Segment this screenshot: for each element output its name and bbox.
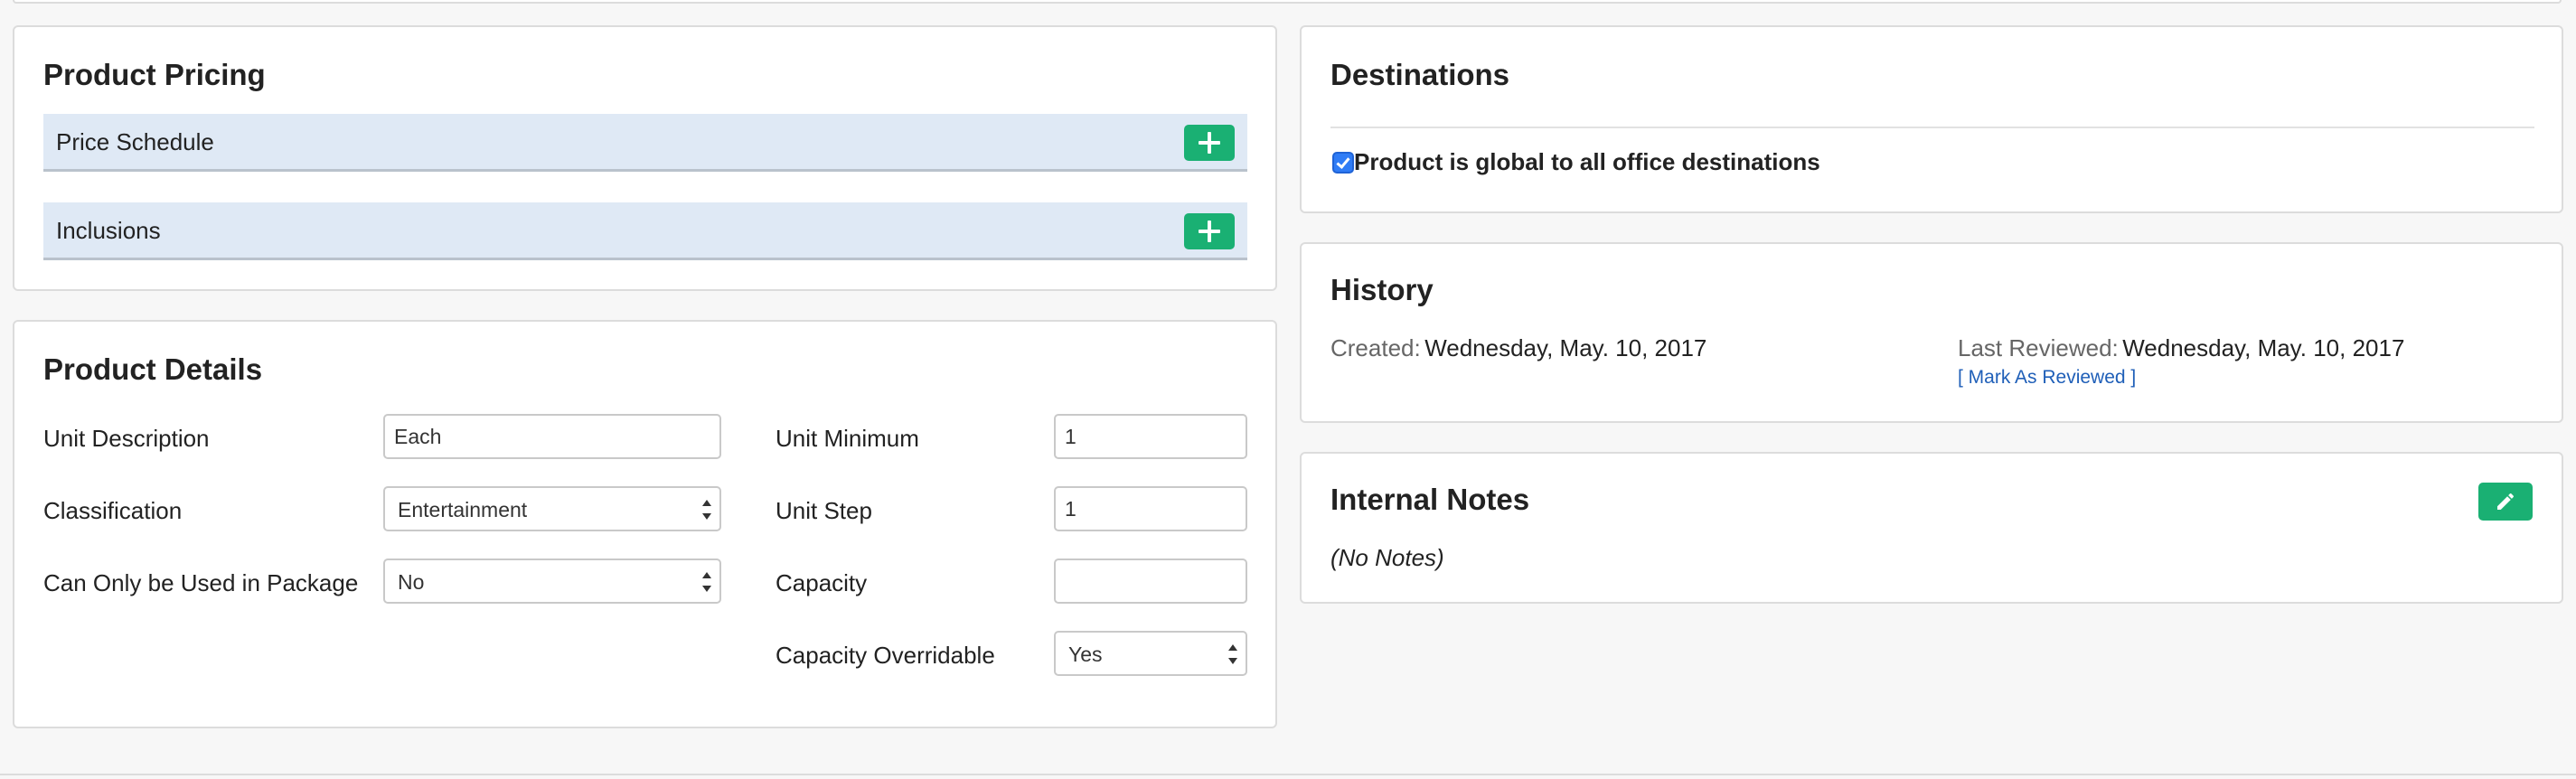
destinations-divider [1330,127,2534,128]
classification-value: Entertainment [398,498,528,521]
price-schedule-label: Price Schedule [56,128,214,155]
select-arrows-icon [1227,644,1238,664]
package-only-value: No [398,570,425,594]
capacity-input[interactable] [1054,558,1247,604]
capacity-label: Capacity [776,569,868,596]
created-line: Created: Wednesday, May. 10, 2017 [1330,334,1706,362]
top-panel-edge [13,0,2562,4]
product-pricing-title: Product Pricing [43,58,266,91]
capacity-overridable-label: Capacity Overridable [776,642,995,669]
plus-icon [1199,132,1220,154]
product-pricing-panel: Product Pricing Price Schedule Inclusion… [13,25,1277,291]
classification-label: Classification [43,497,183,524]
price-schedule-row: Price Schedule [43,114,1247,172]
package-only-label: Can Only be Used in Package [43,569,359,596]
select-arrows-icon [701,572,712,592]
mark-as-reviewed-link[interactable]: [ Mark As Reviewed ] [1958,367,2136,389]
capacity-overridable-value: Yes [1068,643,1103,666]
unit-description-label: Unit Description [43,425,210,452]
pencil-icon [2497,493,2515,510]
package-only-select[interactable]: No [383,558,721,604]
destinations-title: Destinations [1330,58,1510,91]
history-title: History [1330,273,1434,306]
select-arrows-icon [701,500,712,520]
page-bottom-divider [0,774,2576,775]
product-details-panel: Product Details Unit Description Classif… [13,320,1277,728]
unit-minimum-label: Unit Minimum [776,425,919,452]
history-panel: History Created: Wednesday, May. 10, 201… [1300,242,2563,423]
last-reviewed-line: Last Reviewed: Wednesday, May. 10, 2017 [1958,334,2404,362]
created-value: Wednesday, May. 10, 2017 [1424,334,1707,361]
global-destinations-label[interactable]: Product is global to all office destinat… [1354,148,1820,176]
checkmark-icon [1336,155,1350,169]
add-price-schedule-button[interactable] [1184,125,1235,161]
unit-minimum-input[interactable] [1054,414,1247,459]
internal-notes-title: Internal Notes [1330,483,1530,516]
edit-notes-button[interactable] [2478,483,2533,521]
add-inclusion-button[interactable] [1184,213,1235,249]
classification-select[interactable]: Entertainment [383,486,721,531]
product-details-title: Product Details [43,352,263,386]
internal-notes-panel: Internal Notes (No Notes) [1300,452,2563,604]
global-destinations-checkbox[interactable] [1332,152,1354,174]
unit-description-input[interactable] [383,414,721,459]
inclusions-row: Inclusions [43,202,1247,260]
last-reviewed-value: Wednesday, May. 10, 2017 [2122,334,2405,361]
capacity-overridable-select[interactable]: Yes [1054,631,1247,676]
plus-icon [1199,221,1220,242]
inclusions-label: Inclusions [56,217,161,244]
notes-content: (No Notes) [1330,544,1444,571]
unit-step-label: Unit Step [776,497,872,524]
last-reviewed-label: Last Reviewed: [1958,334,2119,361]
created-label: Created: [1330,334,1421,361]
destinations-panel: Destinations Product is global to all of… [1300,25,2563,213]
unit-step-input[interactable] [1054,486,1247,531]
